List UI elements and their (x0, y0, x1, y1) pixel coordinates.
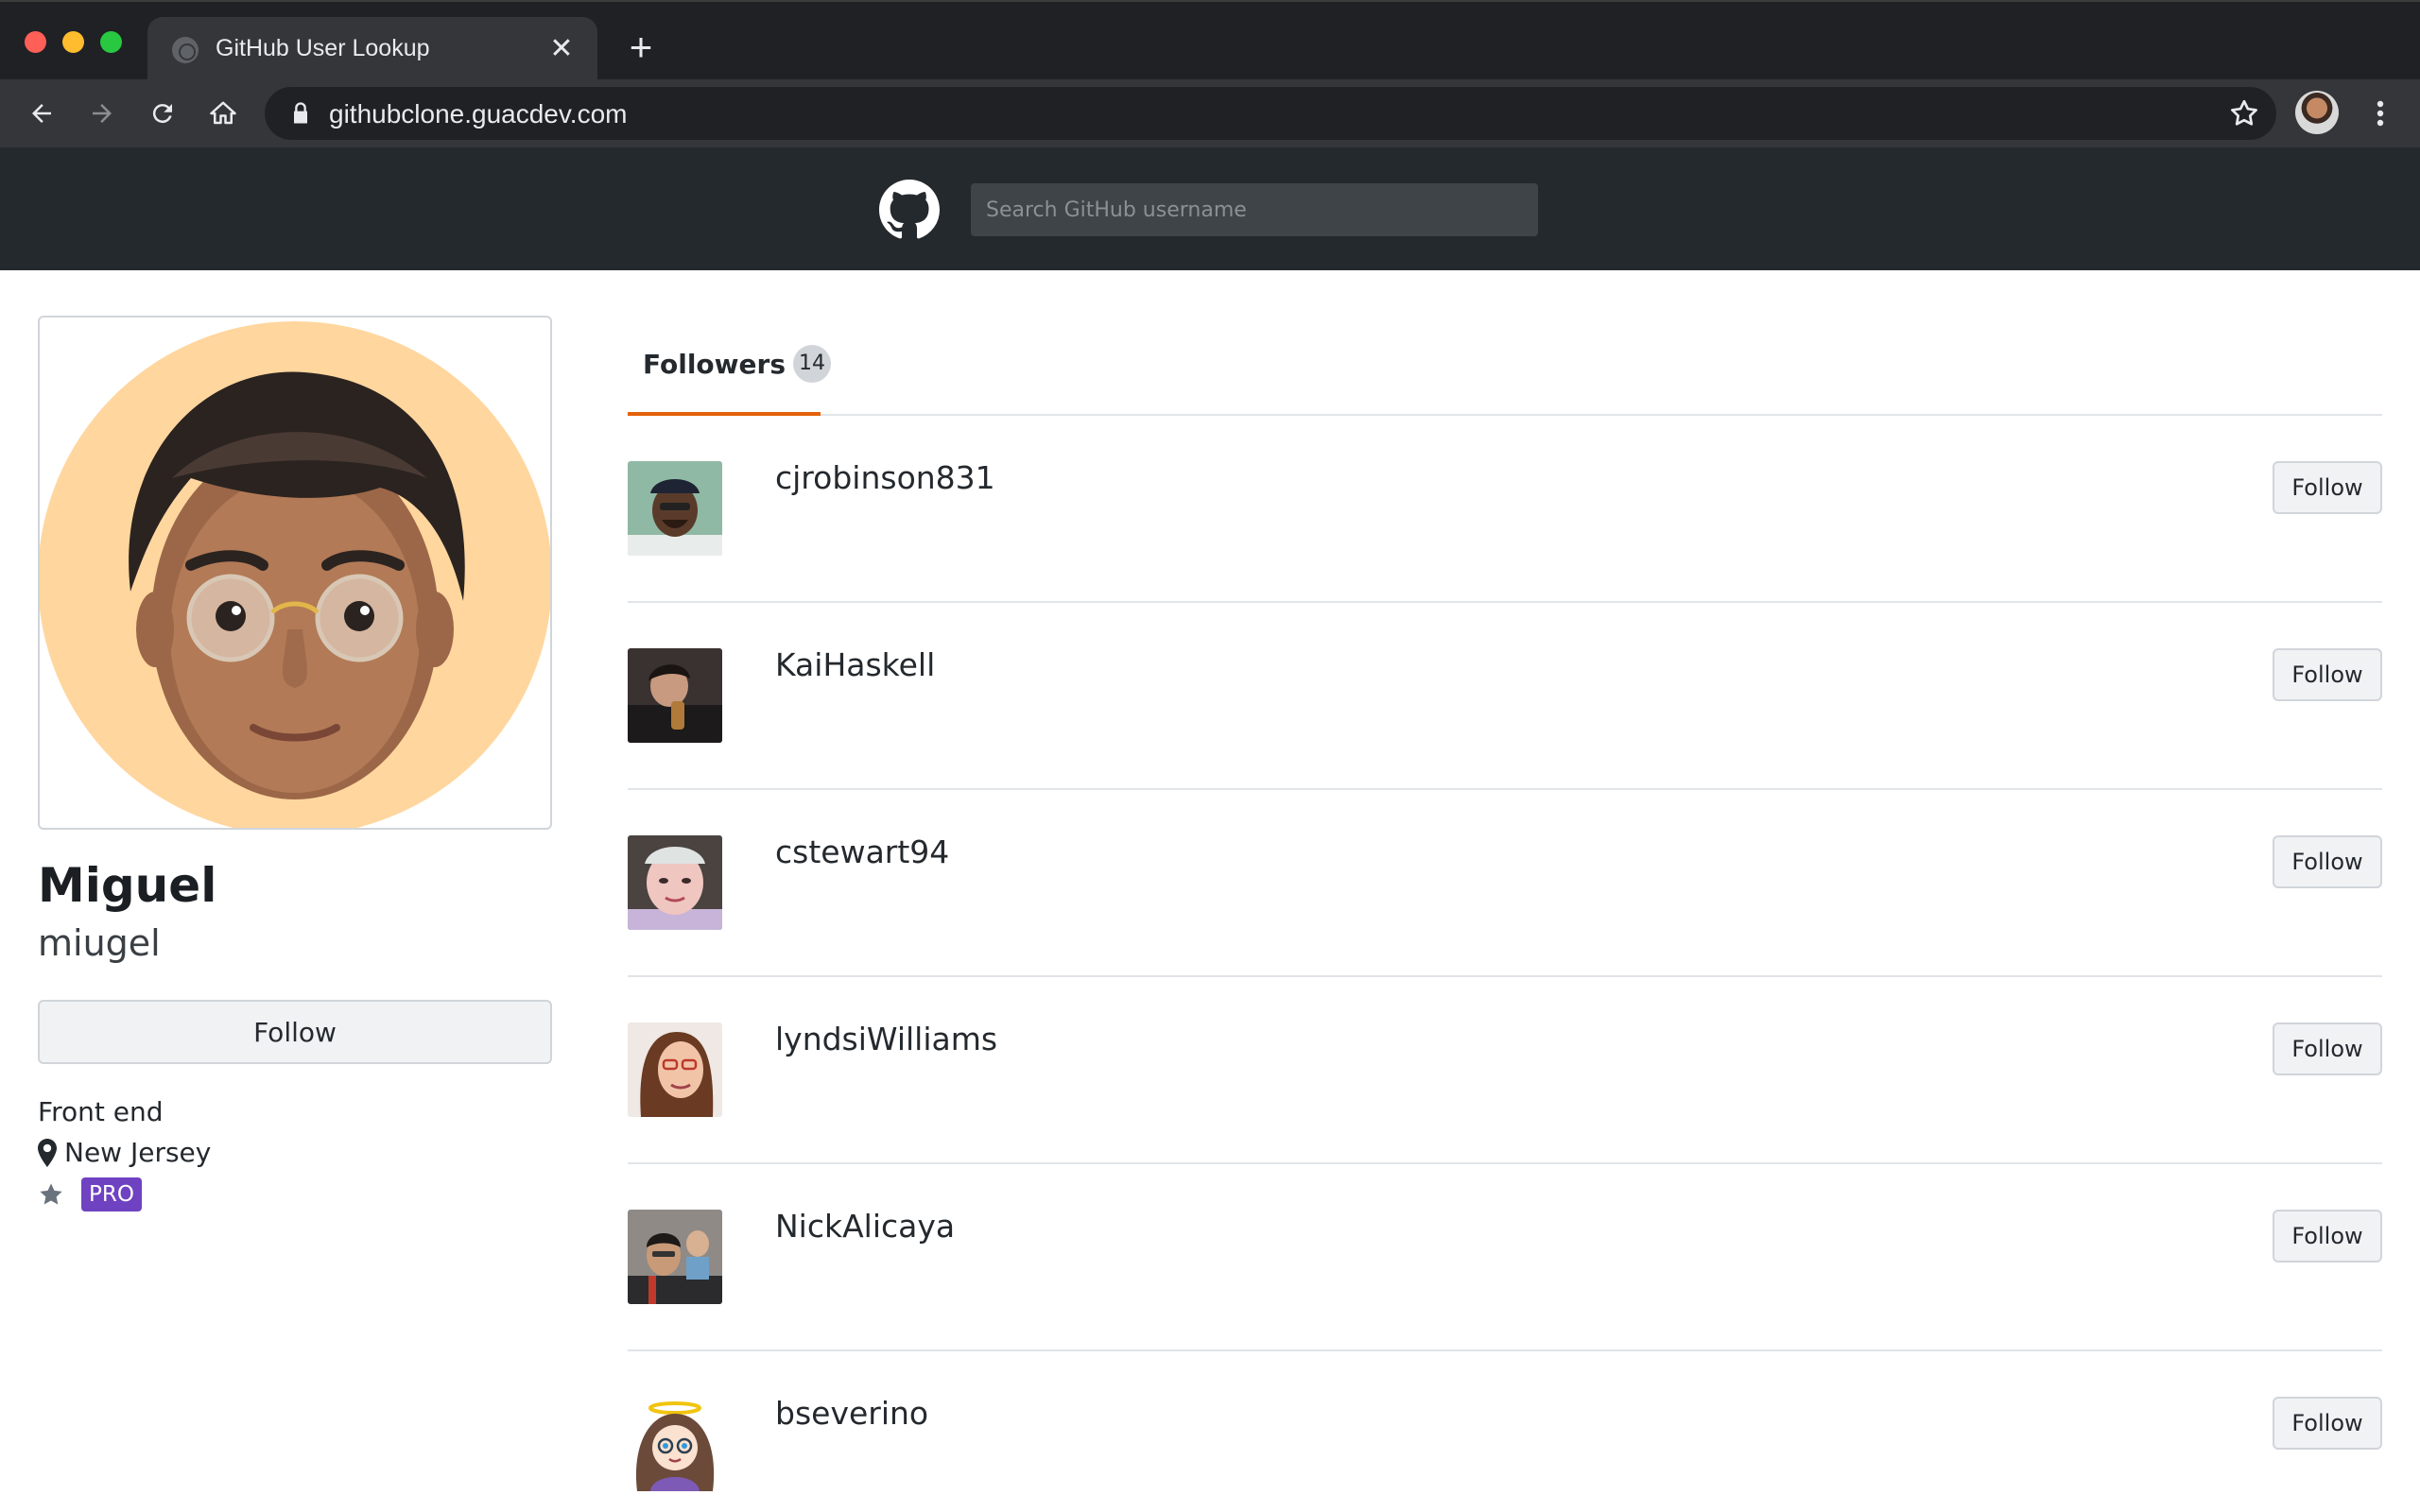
window-minimize-button[interactable] (62, 31, 84, 53)
search-input[interactable] (971, 183, 1538, 236)
followers-count-badge: 14 (793, 345, 831, 383)
forward-icon[interactable] (81, 93, 123, 134)
follower-login[interactable]: KaiHaskell (775, 646, 935, 683)
follow-button[interactable]: Follow (2273, 1397, 2382, 1450)
browser-toolbar: githubclone.guacdev.com (0, 79, 2420, 147)
follower-row: NickAlicaya Follow (628, 1164, 2382, 1351)
follower-login[interactable]: NickAlicaya (775, 1208, 955, 1245)
profile-avatar (38, 316, 552, 830)
lock-icon (287, 100, 314, 127)
follow-button[interactable]: Follow (2273, 835, 2382, 888)
globe-icon (172, 37, 199, 63)
follower-avatar[interactable] (628, 1022, 722, 1117)
tab-followers[interactable]: Followers 14 (628, 316, 831, 416)
location-text: New Jersey (64, 1137, 212, 1168)
tab-followers-label: Followers (643, 348, 786, 380)
star-icon (40, 1183, 62, 1205)
follower-avatar[interactable] (628, 1210, 722, 1304)
follow-button[interactable]: Follow (2273, 648, 2382, 701)
github-logo-icon[interactable] (879, 180, 940, 240)
follower-avatar[interactable] (628, 835, 722, 930)
browser-profile-avatar[interactable] (2295, 91, 2339, 134)
profile-login: miugel (38, 922, 161, 964)
back-icon[interactable] (21, 93, 62, 134)
profile-location: New Jersey (38, 1137, 211, 1168)
follower-row: cstewart94 Follow (628, 790, 2382, 977)
bookmark-star-icon[interactable] (2227, 96, 2261, 130)
browser-tab-strip: GitHub User Lookup ✕ + (0, 0, 2420, 81)
reload-icon[interactable] (142, 93, 183, 134)
new-tab-icon[interactable]: + (620, 26, 662, 68)
profile-pro-row: PRO (38, 1177, 142, 1211)
address-bar[interactable]: githubclone.guacdev.com (265, 87, 2276, 140)
follower-row: KaiHaskell Follow (628, 603, 2382, 790)
profile-follow-button[interactable]: Follow (38, 1000, 552, 1064)
browser-menu-icon[interactable] (2360, 93, 2401, 134)
browser-tab[interactable]: GitHub User Lookup ✕ (147, 17, 597, 81)
follower-login[interactable]: cstewart94 (775, 833, 949, 870)
follower-avatar[interactable] (628, 1397, 722, 1491)
follow-button[interactable]: Follow (2273, 461, 2382, 514)
tabs-bar: Followers 14 (628, 316, 2382, 416)
home-icon[interactable] (202, 93, 244, 134)
follower-row: lyndsiWilliams Follow (628, 977, 2382, 1164)
follower-avatar[interactable] (628, 461, 722, 556)
profile-name: Miguel (38, 858, 217, 913)
follow-button[interactable]: Follow (2273, 1022, 2382, 1075)
follower-login[interactable]: cjrobinson831 (775, 459, 995, 496)
url-text: githubclone.guacdev.com (329, 99, 628, 129)
window-close-button[interactable] (25, 31, 46, 53)
follow-button[interactable]: Follow (2273, 1210, 2382, 1263)
app-header (0, 147, 2420, 270)
follower-row: cjrobinson831 Follow (628, 416, 2382, 603)
profile-bio: Front end (38, 1096, 164, 1127)
follower-login[interactable]: bseverino (775, 1395, 928, 1432)
window-maximize-button[interactable] (100, 31, 122, 53)
close-tab-icon[interactable]: ✕ (543, 30, 580, 68)
pro-badge: PRO (81, 1177, 142, 1211)
location-pin-icon (38, 1138, 57, 1167)
tab-title: GitHub User Lookup (216, 35, 430, 61)
follower-avatar[interactable] (628, 648, 722, 743)
follower-row: bseverino Follow (628, 1351, 2382, 1512)
follower-login[interactable]: lyndsiWilliams (775, 1021, 997, 1057)
